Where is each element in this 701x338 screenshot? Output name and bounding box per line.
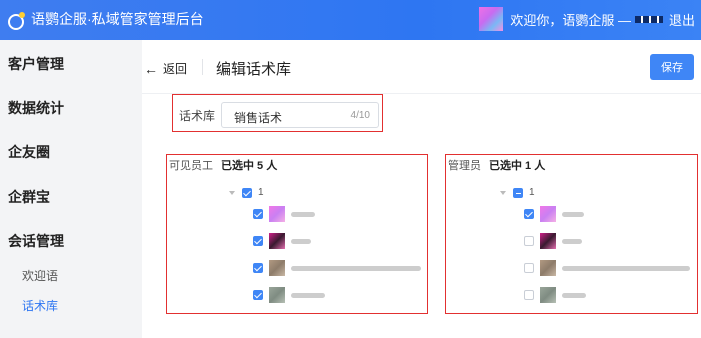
- welcome-text: 欢迎你，语鹦企服 —: [510, 12, 631, 28]
- member-checkbox[interactable]: [253, 236, 263, 246]
- logout-link[interactable]: 退出: [669, 10, 695, 29]
- sidebar-item-customer[interactable]: 客户管理: [8, 54, 64, 74]
- sidebar-subitem-welcome[interactable]: 欢迎语: [22, 267, 58, 284]
- avatar: [269, 287, 285, 303]
- top-bar: 语鹦企服·私域管家管理后台 欢迎你，语鹦企服 — 退出: [0, 0, 701, 40]
- member-checkbox[interactable]: [524, 290, 534, 300]
- library-field-group: 话术库 销售话术 4/10: [172, 94, 383, 132]
- list-item[interactable]: [524, 205, 584, 223]
- admin-selected: 已选中 1 人: [489, 160, 546, 172]
- avatar: [540, 206, 556, 222]
- group-checkbox[interactable]: [242, 187, 252, 198]
- library-name-input[interactable]: 销售话术 4/10: [221, 102, 379, 128]
- visible-staff-selected: 已选中 5 人: [221, 160, 278, 172]
- avatar: [269, 206, 285, 222]
- admin-panel: 管理员 已选中 1 人 1: [445, 154, 698, 314]
- redacted-name: [291, 238, 311, 244]
- list-item[interactable]: [253, 232, 311, 250]
- list-item[interactable]: [524, 259, 690, 277]
- redacted-name: [291, 292, 325, 298]
- main-content: ← 返回 编辑话术库 保存 话术库 销售话术 4/10 可见员工 已选中 5 人 …: [142, 40, 701, 338]
- redacted-name: [562, 265, 690, 271]
- list-item[interactable]: [524, 286, 586, 304]
- sidebar-item-groups[interactable]: 企群宝: [8, 187, 50, 207]
- library-char-count: 4/10: [350, 110, 370, 121]
- member-checkbox[interactable]: [524, 209, 534, 219]
- sidebar-item-moments[interactable]: 企友圈: [8, 142, 50, 162]
- redacted-name: [634, 15, 663, 23]
- group-checkbox[interactable]: [513, 187, 523, 198]
- page-header: ← 返回 编辑话术库 保存: [142, 40, 701, 94]
- caret-down-icon[interactable]: [500, 190, 506, 195]
- member-checkbox[interactable]: [253, 290, 263, 300]
- member-checkbox[interactable]: [524, 263, 534, 273]
- sidebar: 客户管理 数据统计 企友圈 企群宝 会话管理 欢迎语 话术库: [0, 40, 142, 338]
- caret-down-icon[interactable]: [229, 190, 235, 195]
- arrow-left-icon: ←: [144, 60, 158, 77]
- brand-logo-icon: [8, 12, 26, 30]
- avatar[interactable]: [479, 7, 504, 31]
- list-item[interactable]: [524, 232, 582, 250]
- redacted-name: [562, 211, 584, 217]
- avatar: [540, 260, 556, 276]
- redacted-name: [291, 211, 315, 217]
- brand: 语鹦企服·私域管家管理后台: [8, 9, 204, 30]
- back-label: 返回: [163, 62, 188, 76]
- admin-title: 管理员: [448, 160, 481, 172]
- user-area: 欢迎你，语鹦企服 — 退出: [479, 5, 695, 33]
- redacted-name: [291, 265, 421, 271]
- header-divider: [202, 59, 203, 75]
- library-label: 话术库: [179, 109, 216, 123]
- redacted-name: [562, 238, 582, 244]
- admin-group[interactable]: 1: [500, 187, 535, 198]
- page-title: 编辑话术库: [216, 61, 292, 78]
- sidebar-item-session[interactable]: 会话管理: [8, 231, 64, 251]
- list-item[interactable]: [253, 205, 315, 223]
- avatar: [540, 287, 556, 303]
- avatar: [269, 233, 285, 249]
- avatar: [269, 260, 285, 276]
- visible-staff-header: 可见员工 已选中 5 人: [169, 157, 277, 173]
- group-label: 1: [529, 187, 535, 198]
- member-checkbox[interactable]: [524, 236, 534, 246]
- sidebar-item-statistics[interactable]: 数据统计: [8, 98, 64, 118]
- list-item[interactable]: [253, 286, 325, 304]
- list-item[interactable]: [253, 259, 421, 277]
- member-checkbox[interactable]: [253, 263, 263, 273]
- admin-header: 管理员 已选中 1 人: [448, 157, 545, 173]
- redacted-name: [562, 292, 586, 298]
- visible-staff-panel: 可见员工 已选中 5 人 1: [166, 154, 428, 314]
- back-button[interactable]: ← 返回: [144, 60, 187, 77]
- avatar: [540, 233, 556, 249]
- library-name-value: 销售话术: [234, 111, 283, 125]
- app-title: 语鹦企服·私域管家管理后台: [31, 11, 204, 27]
- group-label: 1: [258, 187, 264, 198]
- visible-staff-group[interactable]: 1: [229, 187, 264, 198]
- sidebar-subitem-scripts[interactable]: 话术库: [22, 297, 58, 314]
- member-checkbox[interactable]: [253, 209, 263, 219]
- visible-staff-title: 可见员工: [169, 160, 213, 172]
- save-button[interactable]: 保存: [650, 54, 694, 80]
